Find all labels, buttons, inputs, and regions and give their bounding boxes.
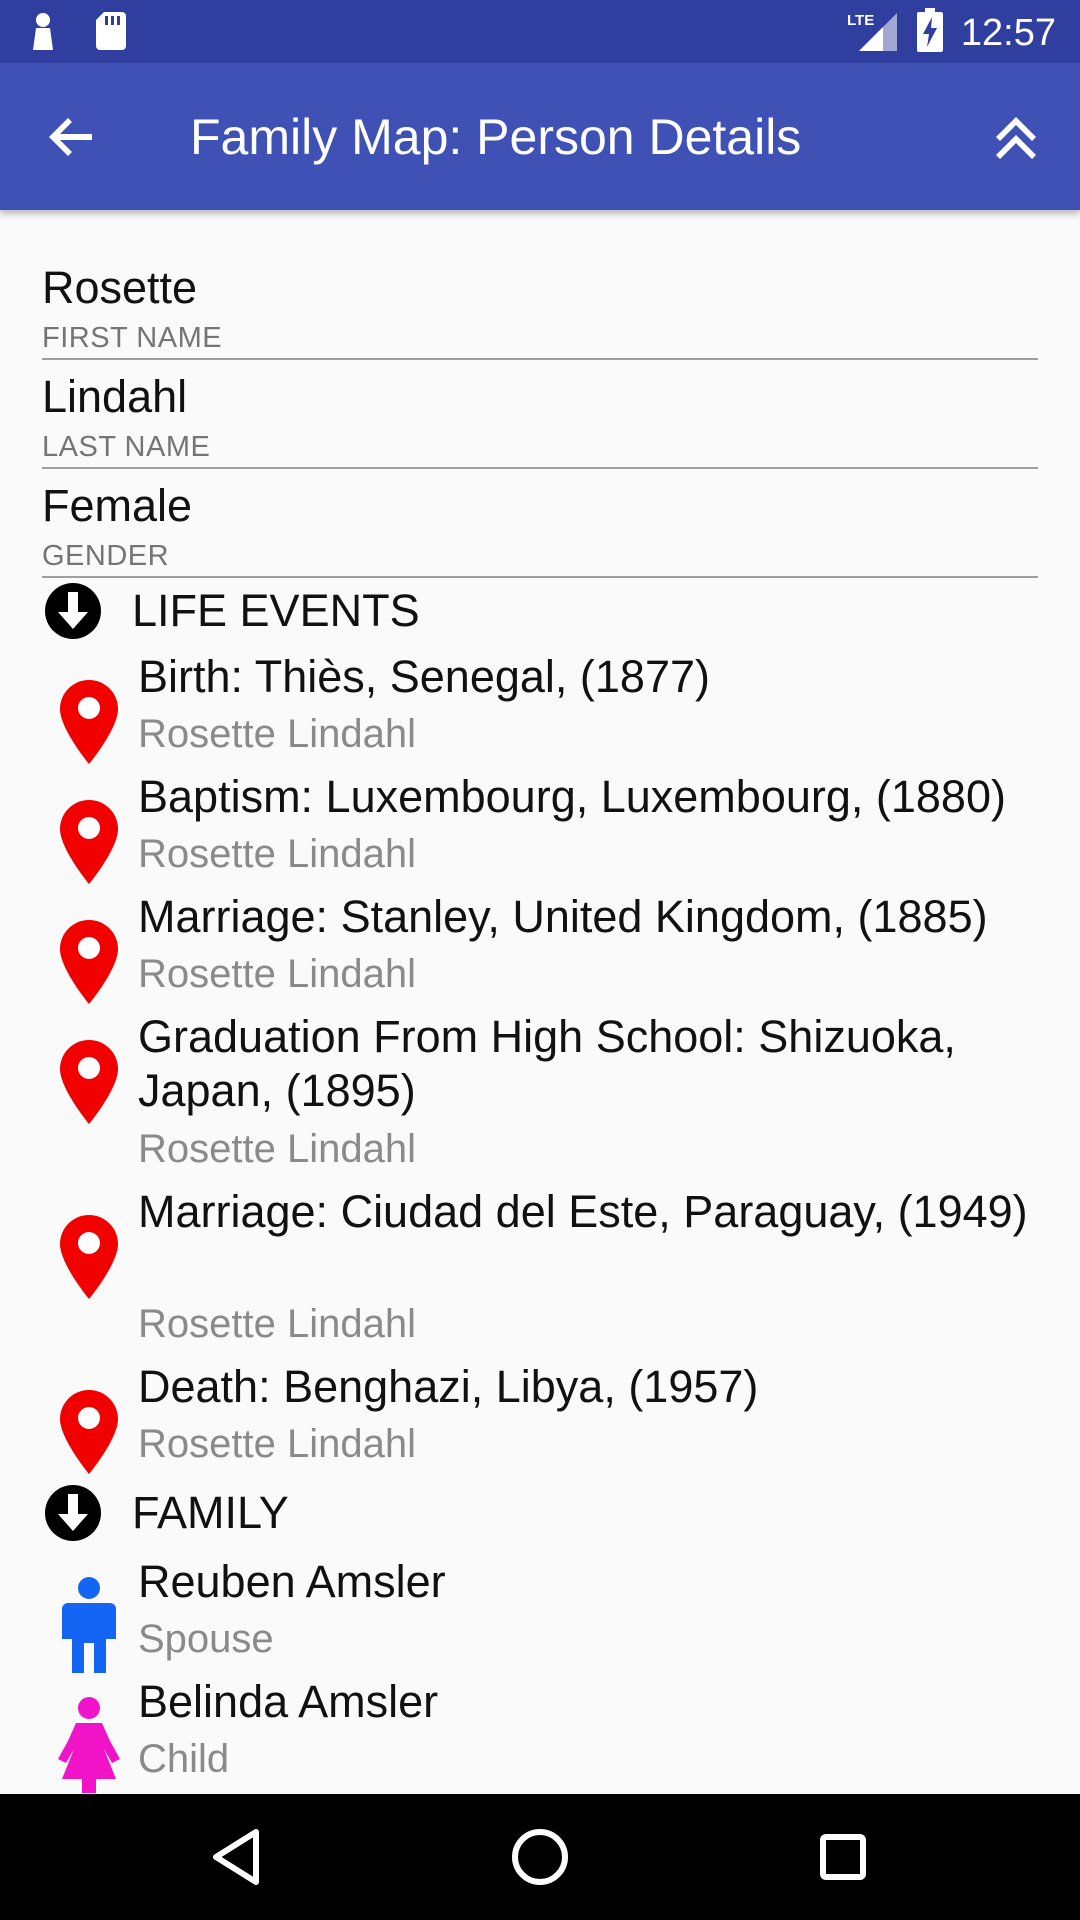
- first-name-value: Rosette: [42, 262, 198, 313]
- map-pin-icon: [60, 1040, 118, 1124]
- last-name-field: Lindahl LAST NAME: [42, 369, 1038, 469]
- event-title: Graduation From High School: Shizuoka, J…: [138, 1011, 956, 1116]
- event-title: Death: Benghazi, Libya, (1957): [138, 1361, 759, 1412]
- family-member-item[interactable]: Belinda Amsler Child: [0, 1675, 1080, 1794]
- nav-recents-icon[interactable]: [810, 1824, 876, 1890]
- double-chevron-up-icon[interactable]: [988, 109, 1044, 165]
- first-name-label: FIRST NAME: [42, 322, 223, 354]
- event-item[interactable]: Death: Benghazi, Libya, (1957) Rosette L…: [0, 1360, 1080, 1480]
- family-member-name: Reuben Amsler: [138, 1556, 446, 1607]
- map-pin-icon: [60, 1215, 118, 1299]
- event-person: Rosette Lindahl: [138, 1127, 416, 1171]
- arrow-back-icon[interactable]: [48, 113, 96, 161]
- map-pin-icon: [60, 680, 118, 764]
- gender-value: Female: [42, 480, 193, 531]
- event-person: Rosette Lindahl: [138, 952, 416, 996]
- nav-home-icon[interactable]: [507, 1824, 573, 1890]
- person-details: Rosette FIRST NAME Lindahl LAST NAME Fem…: [0, 210, 1080, 1794]
- event-item[interactable]: Graduation From High School: Shizuoka, J…: [0, 1010, 1080, 1185]
- event-item[interactable]: Birth: Thiès, Senegal, (1877) Rosette Li…: [0, 650, 1080, 770]
- family-member-name: Belinda Amsler: [138, 1676, 439, 1727]
- life-events-header[interactable]: LIFE EVENTS: [44, 582, 420, 640]
- gender-label: GENDER: [42, 540, 170, 572]
- male-person-icon: [56, 1577, 122, 1673]
- family-member-relation: Child: [138, 1737, 230, 1781]
- last-name-label: LAST NAME: [42, 431, 211, 463]
- status-bar: LTE 12:57: [0, 0, 1080, 63]
- first-name-field: Rosette FIRST NAME: [42, 260, 1038, 360]
- family-title: FAMILY: [132, 1487, 289, 1538]
- nav-back-icon[interactable]: [204, 1824, 270, 1890]
- female-person-icon: [56, 1697, 122, 1793]
- page-title: Family Map: Person Details: [190, 109, 802, 165]
- event-item[interactable]: Marriage: Ciudad del Este, Paraguay, (19…: [0, 1185, 1080, 1360]
- event-title: Birth: Thiès, Senegal, (1877): [138, 651, 710, 702]
- family-header[interactable]: FAMILY: [44, 1484, 289, 1542]
- event-person: Rosette Lindahl: [138, 832, 416, 876]
- event-person: Rosette Lindahl: [138, 1302, 416, 1346]
- event-person: Rosette Lindahl: [138, 1422, 416, 1466]
- family-member-item[interactable]: Reuben Amsler Spouse: [0, 1555, 1080, 1675]
- map-pin-icon: [60, 800, 118, 884]
- system-nav-bar: [0, 1794, 1080, 1920]
- clock: 12:57: [960, 11, 1056, 54]
- event-title: Marriage: Stanley, United Kingdom, (1885…: [138, 891, 988, 942]
- last-name-value: Lindahl: [42, 371, 188, 422]
- event-title: Marriage: Ciudad del Este, Paraguay, (19…: [138, 1186, 1028, 1237]
- event-title: Baptism: Luxembourg, Luxembourg, (1880): [138, 771, 1006, 822]
- gender-field: Female GENDER: [42, 478, 1038, 578]
- battery-charging-icon: [916, 8, 943, 57]
- arrow-down-circle-icon: [44, 1484, 102, 1542]
- event-person: Rosette Lindahl: [138, 712, 416, 756]
- signal-icon: LTE: [847, 9, 899, 56]
- network-type-label: LTE: [847, 12, 874, 29]
- map-pin-icon: [60, 920, 118, 1004]
- notification-icon: [30, 12, 56, 55]
- map-pin-icon: [60, 1390, 118, 1474]
- app-bar: Family Map: Person Details: [0, 63, 1080, 210]
- sd-card-icon: [96, 12, 126, 55]
- event-item[interactable]: Baptism: Luxembourg, Luxembourg, (1880) …: [0, 770, 1080, 890]
- life-events-title: LIFE EVENTS: [132, 585, 420, 636]
- event-item[interactable]: Marriage: Stanley, United Kingdom, (1885…: [0, 890, 1080, 1010]
- family-member-relation: Spouse: [138, 1617, 274, 1661]
- arrow-down-circle-icon: [44, 582, 102, 640]
